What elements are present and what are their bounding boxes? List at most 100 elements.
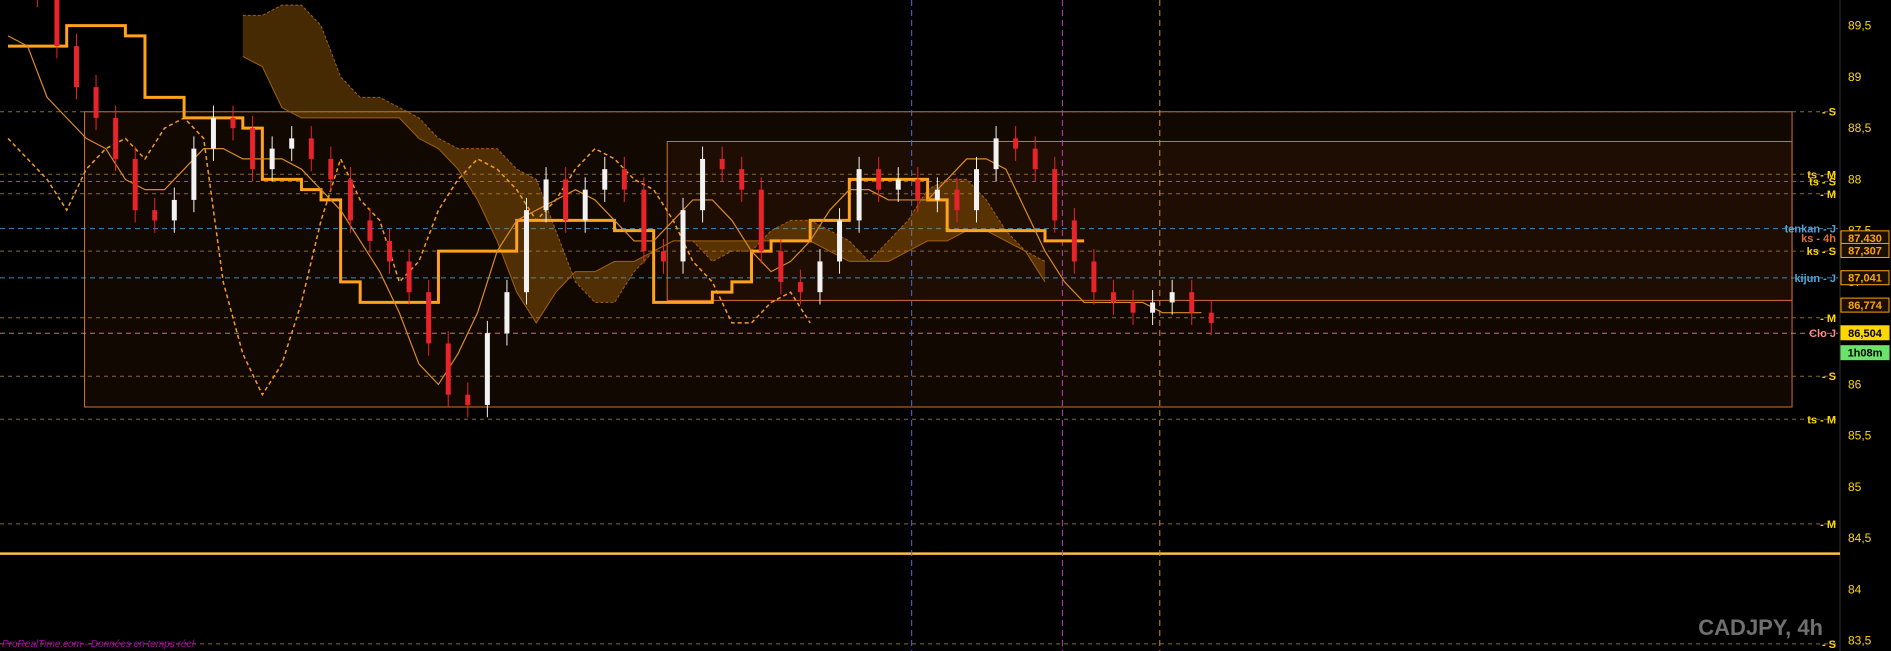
y-tick-label: 86 <box>1848 377 1862 391</box>
candle-body <box>1071 220 1077 262</box>
level-marker-label: ts - S <box>1809 176 1836 188</box>
candle-body <box>1013 138 1019 149</box>
candle-3 <box>73 33 79 100</box>
candle-body <box>837 220 843 262</box>
candle-body <box>993 138 999 170</box>
candle-body <box>895 179 901 190</box>
y-tick-label: 85,5 <box>1848 429 1872 443</box>
candle-body <box>191 148 197 200</box>
level-marker-label: - S <box>1822 371 1836 383</box>
candle-body <box>1032 148 1038 170</box>
candle-body <box>1052 169 1058 221</box>
candle-body <box>739 169 745 190</box>
chart-canvas[interactable]: 89,58988,58887,58786,58685,58584,58483,5… <box>0 0 1891 651</box>
candle-body <box>680 210 686 262</box>
symbol-watermark: CADJPY, 4h <box>1698 615 1823 640</box>
y-tick-label: 88 <box>1848 172 1862 186</box>
ichimoku-chart[interactable]: 89,58988,58887,58786,58685,58584,58483,5… <box>0 0 1891 651</box>
candle-body <box>817 261 823 293</box>
candle-body <box>719 158 725 170</box>
candle-body <box>1169 292 1175 303</box>
candle-38 <box>758 177 764 264</box>
y-tick-label: 84 <box>1848 582 1862 596</box>
candle-body <box>523 210 529 293</box>
y-tick-label: 89,5 <box>1848 19 1872 33</box>
named-level-label: kijun - J <box>1794 273 1836 285</box>
level-marker-label: - M <box>1820 189 1836 201</box>
candle-body <box>113 117 119 159</box>
y-tick-label: 83,5 <box>1848 634 1872 648</box>
price-tag-label: 86,504 <box>1848 328 1883 340</box>
y-tick-label: 88,5 <box>1848 121 1872 135</box>
source-note: ProRealTime.com - Données en temps réel <box>2 639 195 650</box>
candle-1 <box>36 0 38 8</box>
level-marker-label: - M <box>1820 519 1836 531</box>
candle-body <box>1110 292 1116 303</box>
price-tag-label: 1h08m <box>1848 348 1883 360</box>
candle-body <box>465 394 471 405</box>
candle-body <box>563 179 569 221</box>
price-tag-label: 87,041 <box>1848 273 1882 285</box>
candle-body <box>1208 312 1214 323</box>
candle-body <box>856 169 862 221</box>
candle-body <box>797 281 803 293</box>
candle-body <box>1091 261 1097 293</box>
candle-body <box>308 138 314 159</box>
candle-body <box>328 158 334 180</box>
level-marker-label: ks - S <box>1807 246 1836 258</box>
price-tag-4: 86,504 <box>1840 325 1890 341</box>
candle-body <box>543 179 549 211</box>
candle-body <box>915 179 921 200</box>
candle-body <box>974 169 980 211</box>
candle-body <box>758 189 764 252</box>
level-marker-label: - S <box>1822 107 1836 119</box>
price-tag-1: 87,307 <box>1840 242 1890 258</box>
named-level-label: ks - 4h <box>1801 233 1836 245</box>
y-tick-label: 84,5 <box>1848 531 1872 545</box>
candle-body <box>700 158 706 211</box>
candle-body <box>934 189 940 200</box>
candle-body <box>582 189 588 221</box>
candle-2 <box>54 0 60 59</box>
candle-body <box>621 169 627 190</box>
candle-body <box>876 169 882 190</box>
candle-26 <box>523 197 529 305</box>
candle-body <box>269 148 275 170</box>
price-tag-label: 86,774 <box>1848 300 1883 312</box>
y-tick-label: 85 <box>1848 480 1862 494</box>
candle-body <box>171 199 177 221</box>
level-marker-label: - M <box>1820 313 1836 325</box>
candle-body <box>250 128 256 170</box>
candle-body <box>1150 302 1156 313</box>
candle-body <box>406 261 412 293</box>
candle-body <box>230 117 236 129</box>
price-tag-0: 87,430 <box>1840 230 1890 246</box>
price-tag-5: 1h08m <box>1840 345 1890 361</box>
candle-body <box>484 333 490 405</box>
candle-body <box>1130 302 1136 313</box>
candle-body <box>954 189 960 211</box>
candle-body <box>1189 292 1195 313</box>
named-level-label: Clo J <box>1809 328 1836 340</box>
candle-body <box>660 251 666 262</box>
candle-body <box>210 117 216 149</box>
candle-body <box>641 189 647 252</box>
candle-body <box>387 240 393 262</box>
candle-body <box>367 220 373 241</box>
price-tag-2: 87,041 <box>1840 270 1890 286</box>
candle-body <box>347 179 353 221</box>
candle-body <box>778 251 784 282</box>
level-marker-label: - S <box>1822 639 1836 651</box>
price-tag-label: 87,307 <box>1848 245 1882 257</box>
level-marker-label: ts - M <box>1807 414 1836 426</box>
candle-body <box>54 0 60 47</box>
candle-body <box>445 343 451 395</box>
candle-body <box>132 158 138 211</box>
candle-body <box>602 169 608 190</box>
y-tick-label: 89 <box>1848 70 1862 84</box>
price-tag-3: 86,774 <box>1840 297 1890 313</box>
candle-body <box>73 46 79 88</box>
candle-body <box>426 292 432 344</box>
candle-body <box>93 87 99 118</box>
candle-body <box>289 138 295 149</box>
